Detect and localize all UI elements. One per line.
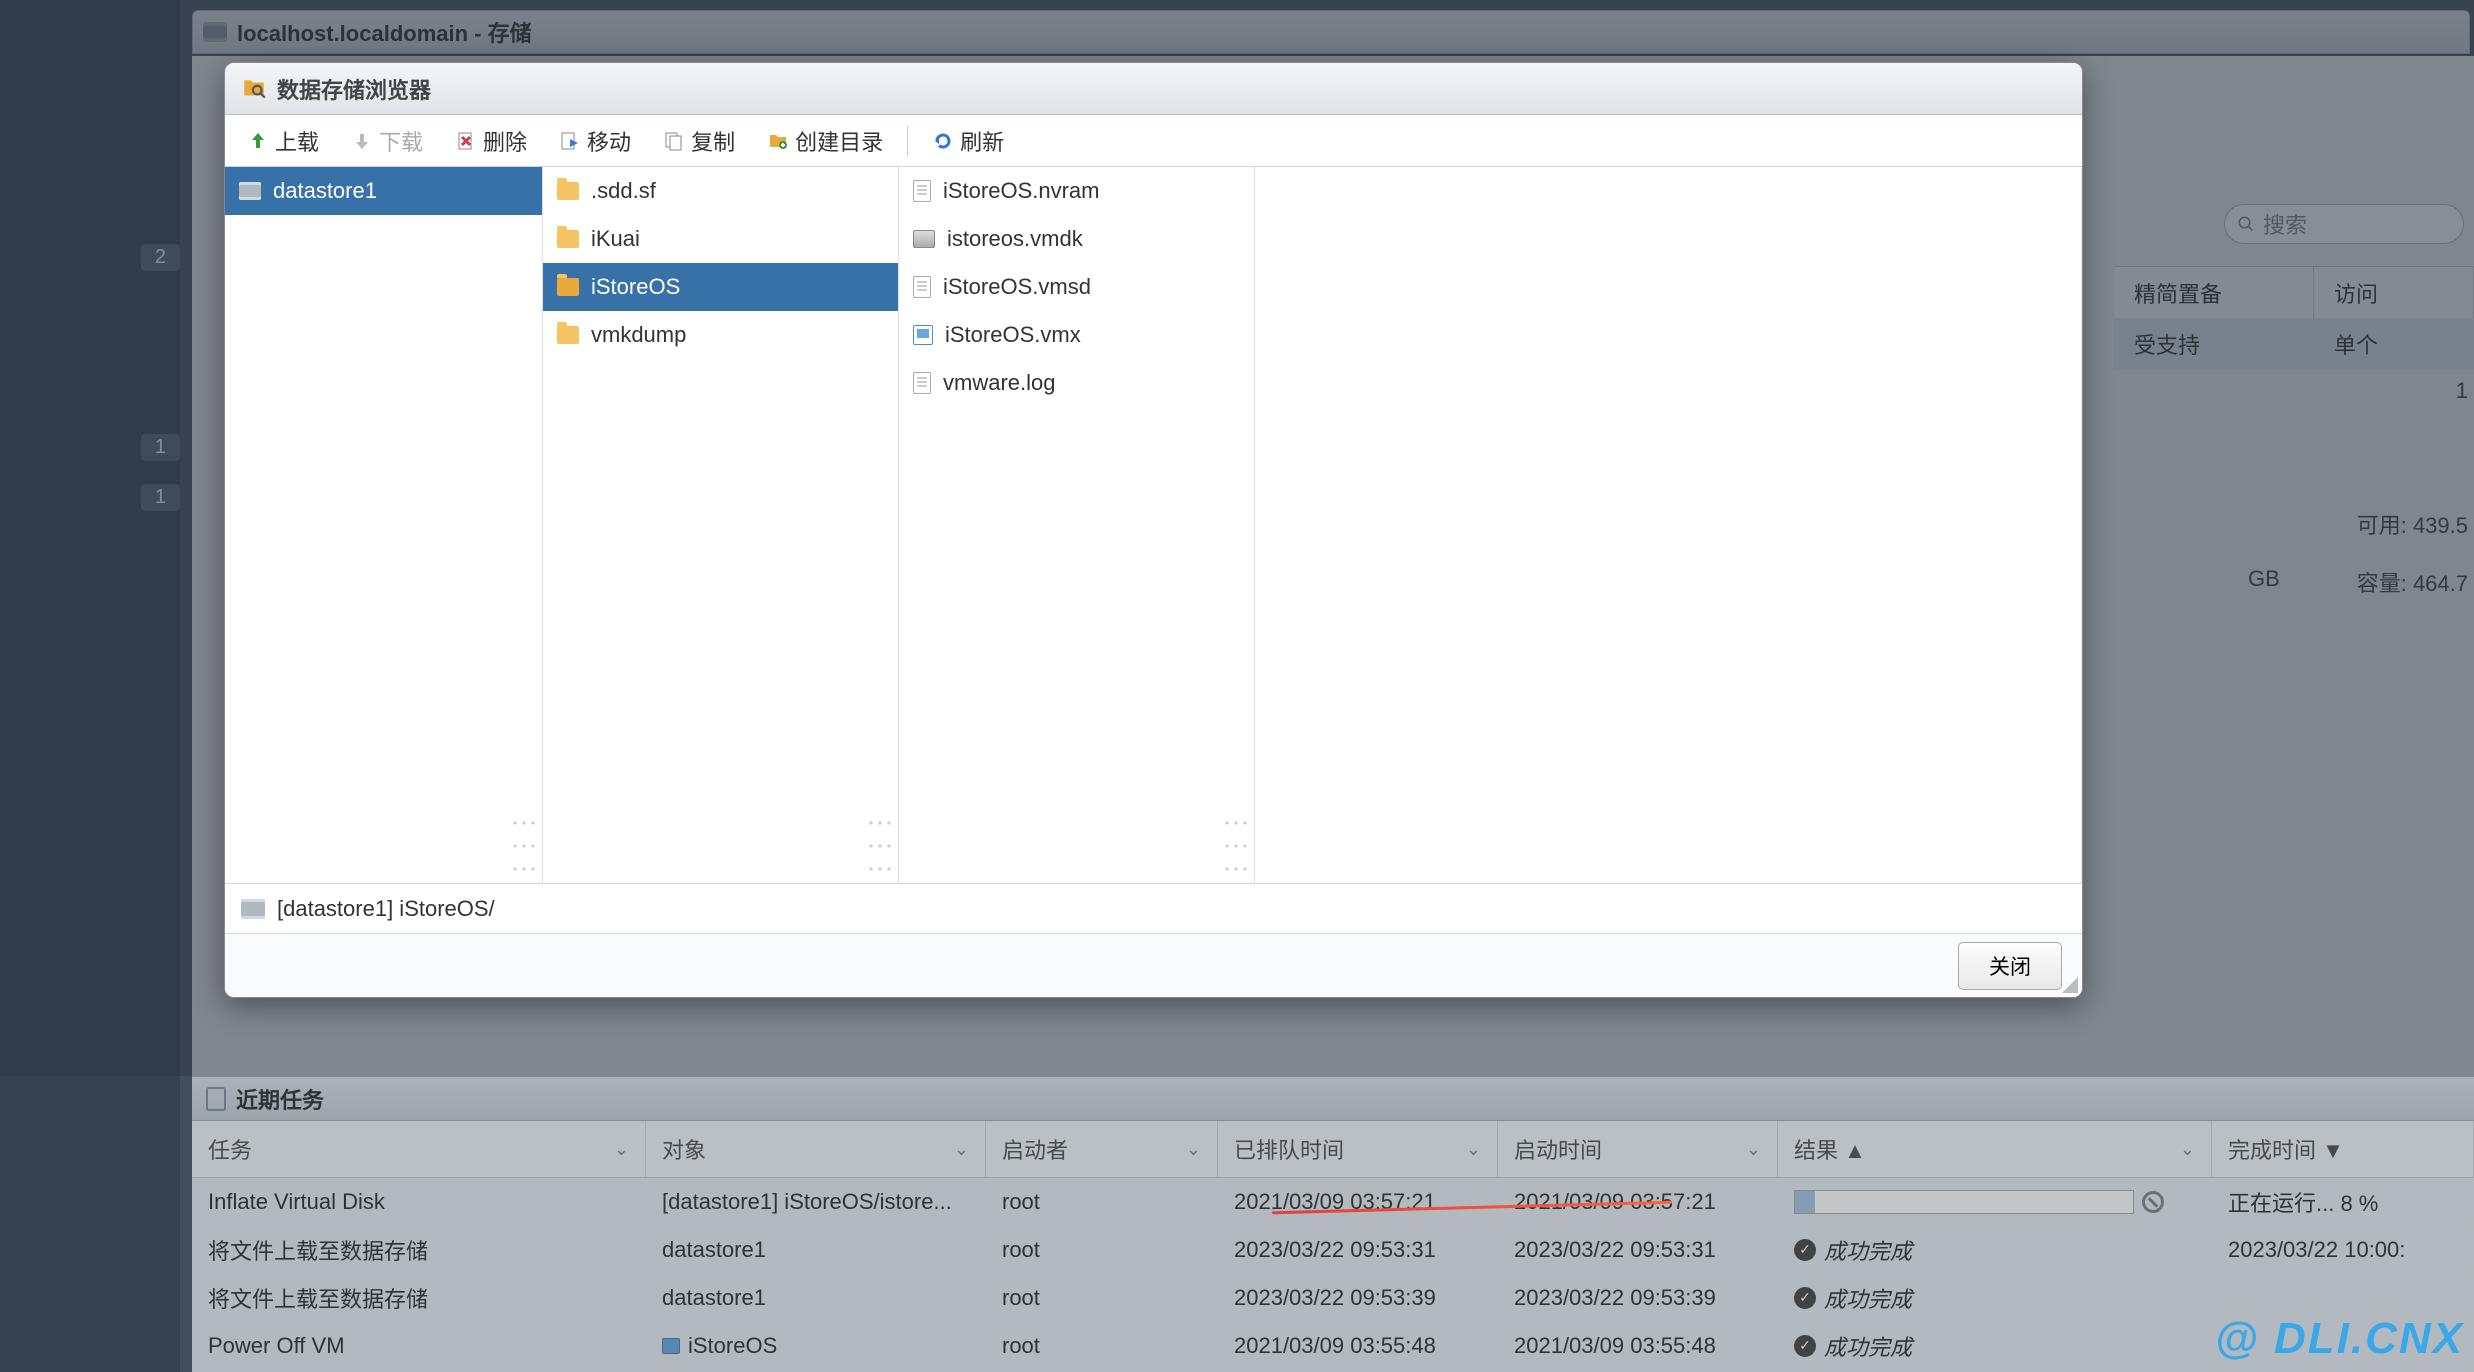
item-label: iStoreOS.nvram: [943, 178, 1100, 204]
upload-icon: [247, 130, 269, 152]
item-label: iStoreOS.vmsd: [943, 274, 1091, 300]
upload-button[interactable]: 上载: [239, 121, 327, 161]
item-label: iKuai: [591, 226, 640, 252]
mkdir-button[interactable]: 创建目录: [759, 121, 891, 161]
column-3: iStoreOS.nvram istoreos.vmdk iStoreOS.vmsd…: [899, 167, 1255, 883]
browser-icon: [241, 76, 267, 102]
vmx-icon: [913, 325, 933, 345]
column-2: .sdd.sfiKuaiiStoreOSvmkdump⋮⋮⋮: [543, 167, 899, 883]
folder-icon: [557, 182, 579, 200]
item-label: vmkdump: [591, 322, 686, 348]
move-button[interactable]: 移动: [551, 121, 639, 161]
folder-open-icon: [557, 278, 579, 296]
disk-icon: [913, 230, 935, 248]
browser-item[interactable]: istoreos.vmdk: [899, 215, 1254, 263]
refresh-button[interactable]: 刷新: [924, 121, 1012, 161]
folder-new-icon: [767, 130, 789, 152]
refresh-icon: [932, 130, 954, 152]
close-button[interactable]: 关闭: [1958, 942, 2062, 990]
modal-overlay-bottom: [0, 1076, 2474, 1372]
datastore-icon: [239, 182, 261, 200]
column-4: [1255, 167, 2082, 883]
path-text: [datastore1] iStoreOS/: [277, 896, 495, 922]
dialog-toolbar: 上载 下载 删除 移动 复制 创建目录 刷新: [225, 115, 2082, 167]
file-icon: [913, 276, 931, 298]
move-icon: [559, 130, 581, 152]
browser-item[interactable]: iStoreOS: [543, 263, 898, 311]
browser-item[interactable]: iStoreOS.vmx: [899, 311, 1254, 359]
download-icon: [351, 130, 373, 152]
copy-button[interactable]: 复制: [655, 121, 743, 161]
file-icon: [913, 180, 931, 202]
browser-item[interactable]: datastore1: [225, 167, 542, 215]
folder-icon: [557, 326, 579, 344]
dialog-footer: 关闭: [225, 933, 2082, 997]
datastore-icon: [241, 899, 265, 919]
browser-item[interactable]: iStoreOS.nvram: [899, 167, 1254, 215]
browser-item[interactable]: vmkdump: [543, 311, 898, 359]
browser-item[interactable]: iKuai: [543, 215, 898, 263]
download-button: 下载: [343, 121, 431, 161]
browser-item[interactable]: iStoreOS.vmsd: [899, 263, 1254, 311]
column-1: datastore1⋮⋮⋮: [225, 167, 543, 883]
browser-item[interactable]: vmware.log: [899, 359, 1254, 407]
item-label: .sdd.sf: [591, 178, 656, 204]
item-label: datastore1: [273, 178, 377, 204]
file-icon: [913, 372, 931, 394]
datastore-browser-dialog: 数据存储浏览器 上载 下载 删除 移动 复制 创建目录 刷新 datastore…: [224, 62, 2083, 998]
column-browser: datastore1⋮⋮⋮ .sdd.sf iKuai iStoreOS vmkdum…: [225, 167, 2082, 883]
delete-button[interactable]: 删除: [447, 121, 535, 161]
item-label: vmware.log: [943, 370, 1055, 396]
resize-handle[interactable]: [2060, 975, 2078, 993]
item-label: iStoreOS: [591, 274, 680, 300]
path-bar: [datastore1] iStoreOS/: [225, 883, 2082, 933]
item-label: istoreos.vmdk: [947, 226, 1083, 252]
item-label: iStoreOS.vmx: [945, 322, 1081, 348]
separator: [907, 126, 908, 156]
watermark: @ DLI.CNX: [2215, 1314, 2464, 1364]
browser-item[interactable]: .sdd.sf: [543, 167, 898, 215]
copy-icon: [663, 130, 685, 152]
dialog-title: 数据存储浏览器: [225, 63, 2082, 115]
folder-icon: [557, 230, 579, 248]
delete-icon: [455, 130, 477, 152]
